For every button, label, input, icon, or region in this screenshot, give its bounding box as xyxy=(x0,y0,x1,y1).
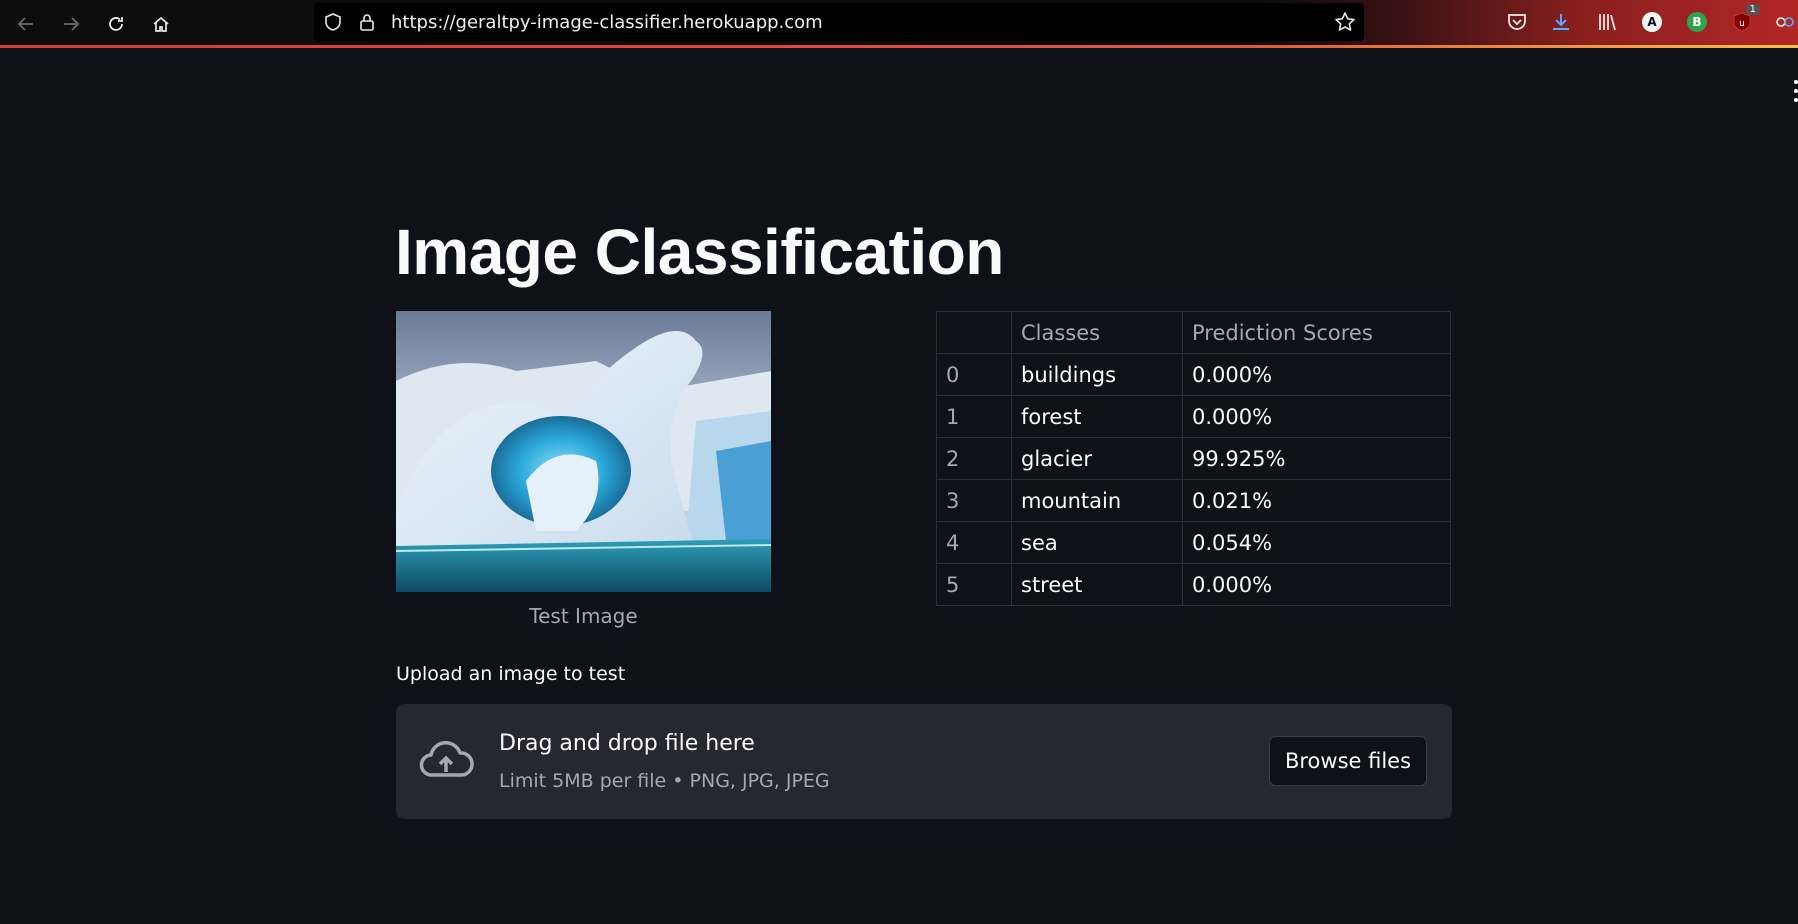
row-class: glacier xyxy=(1011,437,1183,480)
url-text[interactable]: https://geraltpy-image-classifier.heroku… xyxy=(391,12,823,33)
row-score: 0.000% xyxy=(1182,353,1451,396)
row-score: 0.000% xyxy=(1182,395,1451,438)
address-bar[interactable]: https://geraltpy-image-classifier.heroku… xyxy=(314,3,1364,41)
shield-icon[interactable] xyxy=(323,12,343,32)
header-prediction-scores: Prediction Scores xyxy=(1182,311,1451,354)
row-class: forest xyxy=(1011,395,1183,438)
reload-button[interactable] xyxy=(101,9,131,39)
row-score: 0.021% xyxy=(1182,479,1451,522)
back-button[interactable] xyxy=(11,9,41,39)
arrow-left-icon xyxy=(17,17,33,31)
browse-files-button[interactable]: Browse files xyxy=(1269,736,1427,786)
library-icon xyxy=(1599,14,1616,31)
extension-b-button[interactable]: B xyxy=(1685,10,1709,34)
ublock-button[interactable]: u 1 xyxy=(1730,4,1760,34)
row-class: street xyxy=(1011,563,1183,606)
ublock-badge: 1 xyxy=(1745,4,1760,15)
row-index: 5 xyxy=(936,563,1012,606)
header-classes: Classes xyxy=(1011,311,1183,354)
home-icon xyxy=(153,16,169,32)
home-button[interactable] xyxy=(146,9,176,39)
bookmark-star-icon[interactable] xyxy=(1334,11,1356,33)
table-header-row: Classes Prediction Scores xyxy=(936,311,1451,354)
svg-text:u: u xyxy=(1739,19,1745,29)
main-menu-icon[interactable] xyxy=(1790,78,1798,104)
row-index: 4 xyxy=(936,521,1012,564)
browser-toolbar: https://geraltpy-image-classifier.heroku… xyxy=(0,0,1798,48)
table-row: 2 glacier 99.925% xyxy=(936,437,1451,480)
header-index xyxy=(936,311,1012,354)
row-score: 99.925% xyxy=(1182,437,1451,480)
cloud-upload-icon xyxy=(419,740,474,777)
file-dropzone[interactable]: Drag and drop file here Limit 5MB per fi… xyxy=(396,704,1452,819)
row-class: mountain xyxy=(1011,479,1183,522)
dropzone-limit: Limit 5MB per file • PNG, JPG, JPEG xyxy=(499,770,830,792)
extension-menu-button[interactable] xyxy=(1773,10,1797,34)
arrow-right-icon xyxy=(64,17,80,31)
extension-a-avatar: A xyxy=(1642,12,1662,32)
row-score: 0.054% xyxy=(1182,521,1451,564)
row-index: 1 xyxy=(936,395,1012,438)
prediction-table: Classes Prediction Scores 0 buildings 0.… xyxy=(936,311,1451,606)
extension-icon xyxy=(1776,17,1794,27)
row-index: 0 xyxy=(936,353,1012,396)
table-row: 0 buildings 0.000% xyxy=(936,353,1451,396)
pocket-icon xyxy=(1508,14,1526,30)
library-button[interactable] xyxy=(1595,10,1619,34)
download-icon xyxy=(1553,14,1569,30)
pocket-button[interactable] xyxy=(1505,10,1529,34)
table-row: 3 mountain 0.021% xyxy=(936,479,1451,522)
downloads-button[interactable] xyxy=(1549,10,1573,34)
reload-icon xyxy=(109,17,123,31)
toolbar-accent-line xyxy=(0,45,1798,48)
table-row: 4 sea 0.054% xyxy=(936,521,1451,564)
forward-button[interactable] xyxy=(56,9,86,39)
row-index: 3 xyxy=(936,479,1012,522)
extension-b-avatar: B xyxy=(1687,12,1707,32)
image-caption: Test Image xyxy=(529,604,638,628)
extension-a-button[interactable]: A xyxy=(1640,10,1664,34)
table-row: 1 forest 0.000% xyxy=(936,395,1451,438)
row-class: sea xyxy=(1011,521,1183,564)
row-index: 2 xyxy=(936,437,1012,480)
table-row: 5 street 0.000% xyxy=(936,563,1451,606)
test-image xyxy=(396,311,771,592)
page-title: Image Classification xyxy=(395,216,1004,288)
lock-icon[interactable] xyxy=(357,12,377,32)
dropzone-title: Drag and drop file here xyxy=(499,731,755,756)
row-class: buildings xyxy=(1011,353,1183,396)
glacier-photo xyxy=(396,311,771,592)
row-score: 0.000% xyxy=(1182,563,1451,606)
upload-label: Upload an image to test xyxy=(396,663,626,685)
